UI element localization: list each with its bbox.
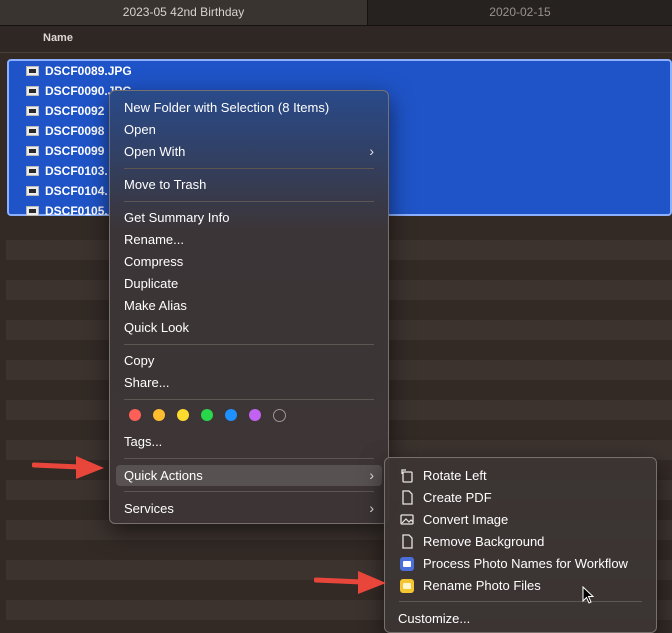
file-row[interactable]: DSCF0089.JPG	[9, 61, 670, 81]
menu-item-label: Quick Look	[124, 320, 190, 335]
chevron-right-icon: ›	[369, 467, 374, 483]
mouse-pointer-icon	[582, 586, 595, 604]
submenu-item-process-photo-names[interactable]: Process Photo Names for Workflow	[388, 553, 646, 574]
menu-item-compress[interactable]: Compress	[116, 251, 382, 272]
tag-blue[interactable]	[225, 409, 237, 421]
menu-item-label: Make Alias	[124, 298, 187, 313]
menu-item-label: Open	[124, 122, 156, 137]
menu-item-label: Quick Actions	[124, 468, 203, 483]
workflow-icon	[400, 557, 414, 571]
menu-item-quick-look[interactable]: Quick Look	[116, 317, 382, 338]
name-column-header[interactable]: Name	[43, 26, 73, 50]
annotation-arrow-rename-photo-files	[314, 571, 386, 594]
menu-item-rename[interactable]: Rename...	[116, 229, 382, 250]
image-file-icon	[26, 146, 39, 156]
tag-gray[interactable]	[273, 409, 286, 422]
menu-item-label: Get Summary Info	[124, 210, 230, 225]
submenu-item-label: Process Photo Names for Workflow	[423, 556, 628, 571]
submenu-item-create-pdf[interactable]: Create PDF	[388, 487, 646, 508]
image-file-icon	[26, 106, 39, 116]
menu-item-share[interactable]: Share...	[116, 372, 382, 393]
file-name: DSCF0089.JPG	[45, 64, 132, 78]
tag-yellow[interactable]	[177, 409, 189, 421]
document-icon	[402, 534, 413, 549]
submenu-item-rename-photo-files[interactable]: Rename Photo Files	[388, 575, 646, 596]
tag-orange[interactable]	[153, 409, 165, 421]
file-name: DSCF0099	[45, 144, 105, 158]
image-file-icon	[26, 86, 39, 96]
file-name: DSCF0098	[45, 124, 105, 138]
submenu-item-customize[interactable]: Customize...	[388, 608, 646, 629]
submenu-item-label: Rename Photo Files	[423, 578, 541, 593]
context-menu: New Folder with Selection (8 Items) Open…	[109, 90, 389, 524]
submenu-item-label: Rotate Left	[423, 468, 487, 483]
quick-actions-submenu: Rotate Left Create PDF Convert Image Rem…	[384, 457, 657, 633]
menu-item-make-alias[interactable]: Make Alias	[116, 295, 382, 316]
menu-item-label: Copy	[124, 353, 155, 368]
menu-item-open-with[interactable]: Open With ›	[116, 141, 382, 162]
menu-item-tags[interactable]: Tags...	[116, 431, 382, 452]
image-file-icon	[26, 166, 39, 176]
menu-separator	[124, 491, 374, 492]
image-file-icon	[26, 66, 39, 76]
menu-separator	[124, 168, 374, 169]
menu-item-label: Rename...	[124, 232, 184, 247]
menu-item-new-folder-with-selection[interactable]: New Folder with Selection (8 Items)	[116, 97, 382, 118]
menu-item-label: Tags...	[124, 434, 163, 449]
menu-separator	[124, 399, 374, 400]
chevron-right-icon: ›	[369, 500, 374, 516]
menu-separator	[399, 601, 642, 602]
tab-2020-02-15[interactable]: 2020-02-15	[368, 0, 672, 25]
menu-item-services[interactable]: Services ›	[116, 498, 382, 519]
image-icon	[400, 514, 414, 525]
submenu-item-label: Remove Background	[423, 534, 545, 549]
image-file-icon	[26, 186, 39, 196]
menu-item-copy[interactable]: Copy	[116, 350, 382, 371]
menu-item-label: Compress	[124, 254, 184, 269]
document-icon	[402, 490, 413, 505]
menu-item-label: Move to Trash	[124, 177, 207, 192]
submenu-item-remove-background[interactable]: Remove Background	[388, 531, 646, 552]
tag-red[interactable]	[129, 409, 141, 421]
menu-item-move-to-trash[interactable]: Move to Trash	[116, 174, 382, 195]
shortcut-icon	[400, 579, 414, 593]
tag-purple[interactable]	[249, 409, 261, 421]
submenu-item-rotate-left[interactable]: Rotate Left	[388, 465, 646, 486]
rotate-left-icon	[401, 469, 413, 483]
tab-bar: 2023-05 42nd Birthday 2020-02-15	[0, 0, 672, 26]
menu-item-label: Open With	[124, 144, 186, 159]
tag-green[interactable]	[201, 409, 213, 421]
list-header: Name	[0, 26, 672, 53]
menu-item-open[interactable]: Open	[116, 119, 382, 140]
tab-birthday[interactable]: 2023-05 42nd Birthday	[0, 0, 368, 25]
image-file-icon	[26, 126, 39, 136]
image-file-icon	[26, 206, 39, 216]
menu-separator	[124, 344, 374, 345]
submenu-item-label: Convert Image	[423, 512, 509, 527]
submenu-item-label: Create PDF	[423, 490, 492, 505]
chevron-right-icon: ›	[369, 143, 374, 159]
file-name: DSCF0105.	[45, 204, 108, 218]
menu-separator	[124, 201, 374, 202]
annotation-arrow-quick-actions	[32, 456, 104, 479]
file-name: DSCF0103.	[45, 164, 108, 178]
menu-item-get-summary-info[interactable]: Get Summary Info	[116, 207, 382, 228]
menu-item-label: New Folder with Selection (8 Items)	[124, 100, 330, 115]
menu-item-label: Share...	[124, 375, 170, 390]
menu-item-label: Services	[124, 501, 174, 516]
submenu-item-convert-image[interactable]: Convert Image	[388, 509, 646, 530]
menu-separator	[124, 458, 374, 459]
menu-item-duplicate[interactable]: Duplicate	[116, 273, 382, 294]
menu-item-quick-actions[interactable]: Quick Actions ›	[116, 465, 382, 486]
file-name: DSCF0104.	[45, 184, 108, 198]
submenu-item-label: Customize...	[398, 611, 471, 626]
file-name: DSCF0092	[45, 104, 105, 118]
menu-item-label: Duplicate	[124, 276, 179, 291]
